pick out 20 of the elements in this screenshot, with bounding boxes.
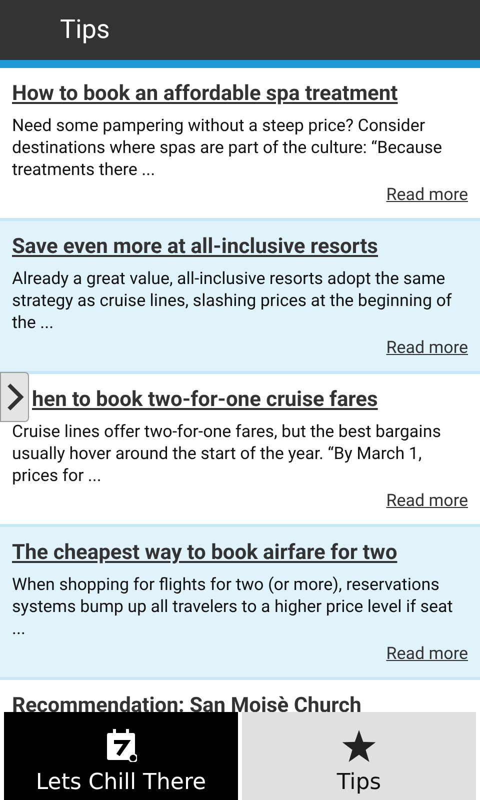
bottom-tab[interactable]: Tips [242,712,476,800]
page-title: Tips [60,14,110,46]
read-more-link[interactable]: Read more [386,183,468,208]
tip-text: Already a great value, all-inclusive resorts adopt the same strategy as cruise lines, slashing prices at the beginning of the ... [12,268,453,334]
drawer-handle[interactable] [0,372,29,422]
read-more-link[interactable]: Read more [386,489,468,514]
calendar-icon [105,728,137,762]
tip-text: Cruise lines offer two-for-one fares, but the best bargains usually hover around the start of the year. “By March 1, prices for ... [12,421,442,487]
tip-title[interactable]: Save even more at all-inclusive resorts [12,233,378,261]
tip-title[interactable]: Recommendation: San Moisè Church [12,692,362,712]
bottom-tab[interactable]: Lets Chill There [4,712,238,800]
read-more-link[interactable]: Read more [386,336,468,362]
tip-text: Need some pampering without a steep price? Consider destinations where spas are part of the culture: “Because treatments there ... [12,115,444,181]
tip-text: When shopping for flights for two (or more), reservations systems bump up all travelers to a higher price level if seat ... [12,574,454,640]
star-icon [342,730,376,762]
tip-title[interactable]: hen to book two-for-one cruise fares [32,386,378,414]
tip-title[interactable]: The cheapest way to book airfare for two [12,539,398,567]
chevron-right-icon [6,382,24,412]
tip-title[interactable]: How to book an affordable spa treatment [12,80,398,108]
read-more-link[interactable]: Read more [386,642,468,668]
